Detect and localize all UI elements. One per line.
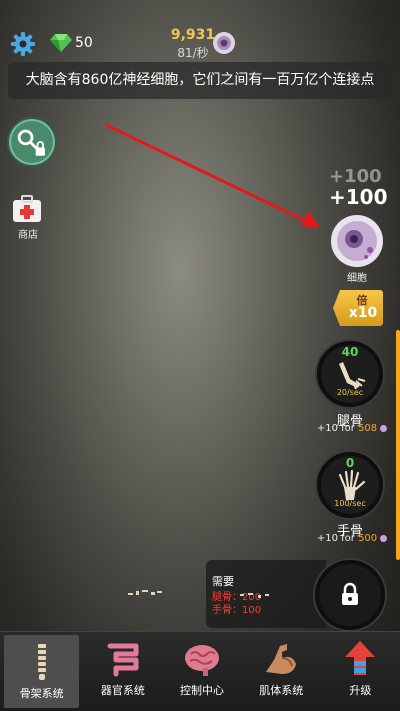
side-scroll-indicator[interactable] [396,330,400,560]
gem-count: 50 [75,35,93,51]
first-aid-shop-icon[interactable] [12,195,42,223]
cell-tap-button[interactable] [330,214,384,268]
leg-bone-rate: 20/sec [336,388,364,397]
key-button[interactable] [7,117,57,167]
requirement-title: 需要 [212,575,234,588]
hand-bone-cost: +10 for 500 [312,533,392,544]
bone-fragments-decor [128,590,162,595]
nav-label: 骨架系统 [19,687,64,700]
cell-currency-icon [380,424,388,432]
shop-label: 商店 [18,230,38,241]
leg-bone-count: 40 [341,345,359,359]
cell-label: 细胞 [347,273,367,284]
nav-control-center[interactable]: 控制中心 [162,632,241,711]
multiplier-value: x10 [348,305,378,321]
spine-icon [37,644,46,680]
cell-currency-icon [380,534,388,542]
hand-bone-rate: 100/sec [334,499,366,508]
cell-currency-icon [213,32,235,54]
nav-label: 器官系统 [100,684,145,697]
bone-fragments-decor [240,593,269,598]
lock-icon [342,582,358,605]
fact-banner: 大脑含有860亿神经细胞，它们之间有一百万亿个连接点 [8,62,392,99]
nav-label: 肌体系统 [259,684,304,697]
upgrade-arrow-icon [345,641,376,675]
nav-label: 升级 [349,684,372,697]
gear-icon[interactable] [10,31,36,57]
nav-upgrade[interactable]: 升级 [321,632,400,711]
hand-bone-count: 0 [345,456,355,470]
bottom-nav: 骨架系统 器官系统 控制中心 肌体系统 升级 [0,631,400,711]
nav-label: 控制中心 [180,684,225,697]
floating-gain-faded: +100 [329,166,382,187]
key-lock-icon [17,129,45,156]
nav-muscle-system[interactable]: 肌体系统 [242,632,321,711]
gem-icon [50,34,72,52]
nav-skeleton-system[interactable]: 骨架系统 [4,635,80,708]
leg-bone-icon [339,362,366,390]
brain-icon [185,645,220,676]
nav-organ-system[interactable]: 器官系统 [83,632,162,711]
floating-gain: +100 [329,185,388,209]
hand-bone-icon [338,469,366,500]
muscle-arm-icon [266,644,297,674]
requirement-line: 手骨：100 [212,605,262,616]
intestine-icon [107,643,139,677]
leg-bone-cost: +10 for 508 [312,423,392,434]
